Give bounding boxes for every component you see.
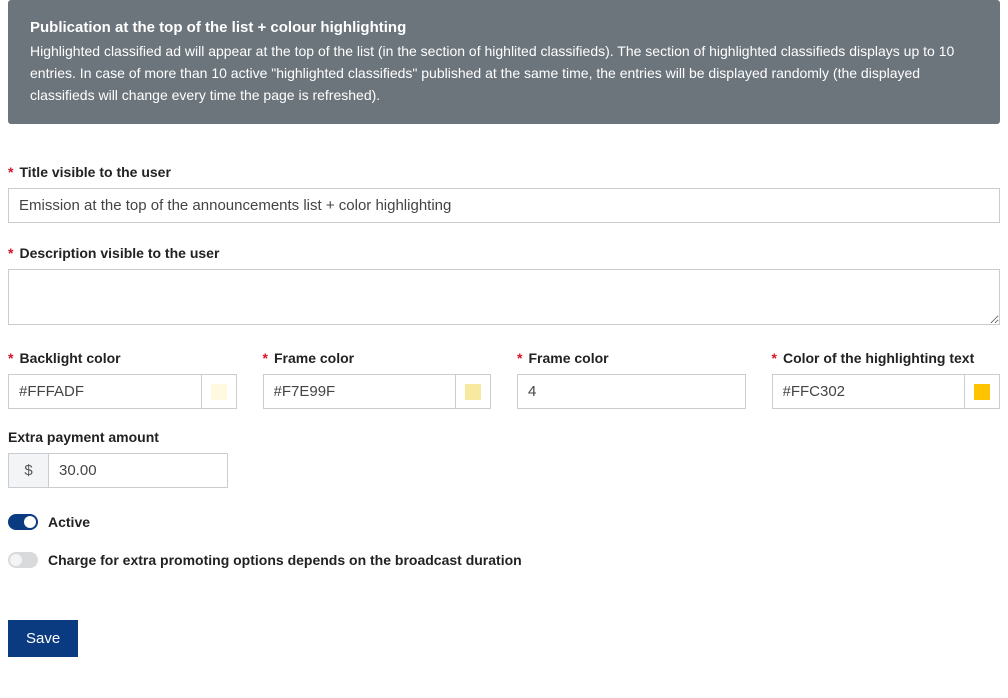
amount-currency: $: [8, 453, 48, 488]
amount-label: Extra payment amount: [8, 429, 1000, 445]
save-button[interactable]: Save: [8, 620, 78, 657]
charge-toggle[interactable]: [8, 552, 38, 568]
info-panel: Publication at the top of the list + col…: [8, 0, 1000, 124]
amount-input[interactable]: [48, 453, 228, 488]
title-label: Title visible to the user: [8, 164, 1000, 180]
active-toggle[interactable]: [8, 514, 38, 530]
active-toggle-label: Active: [48, 514, 90, 530]
frame-input[interactable]: [263, 374, 456, 409]
title-input[interactable]: [8, 188, 1000, 223]
textcolor-swatch[interactable]: [964, 374, 1000, 409]
info-body: Highlighted classified ad will appear at…: [30, 41, 978, 106]
info-title: Publication at the top of the list + col…: [30, 16, 978, 39]
textcolor-label: Color of the highlighting text: [772, 350, 1001, 366]
description-input[interactable]: [8, 269, 1000, 325]
backlight-label: Backlight color: [8, 350, 237, 366]
frame-label: Frame color: [263, 350, 492, 366]
frame2-input[interactable]: [517, 374, 746, 409]
backlight-swatch[interactable]: [201, 374, 237, 409]
frame-swatch[interactable]: [455, 374, 491, 409]
textcolor-input[interactable]: [772, 374, 965, 409]
frame2-label: Frame color: [517, 350, 746, 366]
description-label: Description visible to the user: [8, 245, 1000, 261]
backlight-input[interactable]: [8, 374, 201, 409]
charge-toggle-label: Charge for extra promoting options depen…: [48, 552, 522, 568]
